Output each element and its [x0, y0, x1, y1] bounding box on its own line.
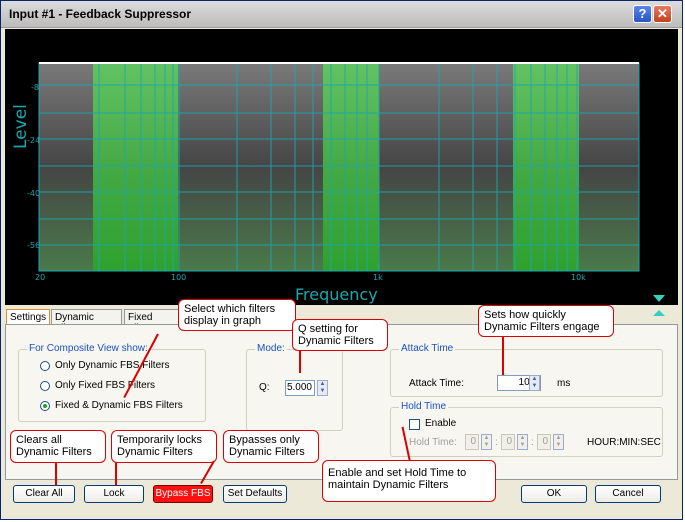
hold-time-group: Hold Time Enable Hold Time: 0 ▲ ▼ : 0 ▲ ▼ …: [390, 401, 663, 457]
callout-clears: Clears all Dynamic Filters: [10, 430, 106, 463]
title-bar: Input #1 - Feedback Suppressor ? ✕: [1, 1, 682, 28]
hold-hours-input[interactable]: 0: [465, 434, 479, 450]
hold-enable-checkbox[interactable]: [409, 419, 420, 430]
group-title: Mode:: [255, 343, 287, 354]
mode-group: Mode: Q: 5.000 ▲ ▼: [246, 343, 343, 431]
hold-hours-stepper[interactable]: ▲ ▼: [481, 434, 492, 450]
callout-pointer: [299, 349, 301, 373]
lock-button[interactable]: Lock: [84, 485, 144, 503]
ok-button[interactable]: OK: [521, 485, 587, 503]
callout-attack: Sets how quickly Dynamic Filters engage: [478, 305, 614, 337]
hold-seconds-stepper[interactable]: ▲ ▼: [553, 434, 564, 450]
x-axis-label: Frequency: [295, 285, 378, 304]
radio-only-dynamic[interactable]: [40, 361, 50, 371]
group-title: Attack Time: [399, 343, 456, 354]
close-icon[interactable]: ✕: [653, 5, 672, 23]
attack-label: Attack Time:: [409, 378, 465, 389]
callout-bypass: Bypasses only Dynamic Filters: [223, 430, 319, 463]
q-input[interactable]: 5.000: [285, 380, 315, 396]
frequency-graph: Level -8 -24 -40 -56 20 100 1k 10k Frequ…: [5, 29, 678, 305]
group-title: Hold Time: [399, 401, 449, 412]
radio-label: Only Fixed FBS Filters: [55, 380, 156, 391]
callout-pointer: [115, 463, 117, 485]
x-tick: 100: [171, 273, 187, 282]
x-tick: 10k: [571, 273, 586, 282]
radio-only-fixed[interactable]: [40, 381, 50, 391]
collapse-down-icon[interactable]: [653, 295, 665, 302]
radio-label: Only Dynamic FBS Filters: [55, 360, 170, 371]
hold-sep: :: [531, 437, 534, 448]
cancel-button[interactable]: Cancel: [595, 485, 661, 503]
hold-sep: :: [495, 437, 498, 448]
radio-label: Fixed & Dynamic FBS Filters: [55, 400, 183, 411]
filter-band-3: [513, 63, 579, 271]
callout-q-setting: Q setting for Dynamic Filters: [292, 319, 388, 351]
expand-up-icon[interactable]: [653, 310, 665, 316]
callout-hold: Enable and set Hold Time to maintain Dyn…: [322, 460, 496, 502]
y-tick: -40: [27, 189, 41, 198]
hold-minutes-input[interactable]: 0: [501, 434, 515, 450]
y-tick: -24: [27, 136, 41, 145]
set-defaults-button[interactable]: Set Defaults: [223, 485, 287, 503]
help-icon[interactable]: ?: [633, 5, 652, 23]
clear-all-button[interactable]: Clear All: [13, 485, 75, 503]
q-stepper[interactable]: ▲ ▼: [317, 380, 328, 396]
hold-minutes-stepper[interactable]: ▲ ▼: [517, 434, 528, 450]
x-tick: 1k: [373, 273, 383, 282]
hold-enable-label: Enable: [425, 418, 457, 429]
hold-time-label: Hold Time:: [409, 437, 457, 448]
hold-seconds-input[interactable]: 0: [537, 434, 551, 450]
graph-svg: [38, 62, 640, 272]
composite-view-group: For Composite View show: Only Dynamic FB…: [18, 343, 206, 422]
attack-unit: ms: [557, 378, 571, 389]
hold-format-label: HOUR:MIN:SEC: [587, 437, 661, 448]
callout-pointer: [55, 463, 57, 485]
callout-locks: Temporarily locks Dynamic Filters: [111, 430, 217, 463]
callout-pointer: [502, 335, 504, 375]
q-label: Q:: [259, 382, 270, 393]
attack-stepper[interactable]: ▲ ▼: [529, 375, 540, 391]
y-tick: -8: [31, 83, 39, 92]
dialog-window: Input #1 - Feedback Suppressor ? ✕ Level…: [0, 0, 683, 520]
callout-select-filters: Select which filters display in graph: [178, 299, 296, 331]
tab-fixed-filters[interactable]: Fixed Filters: [124, 309, 180, 334]
y-tick: -56: [27, 241, 41, 250]
tab-dynamic-filters[interactable]: Dynamic Filters: [51, 309, 122, 334]
radio-fixed-and-dynamic[interactable]: [40, 401, 50, 411]
window-title: Input #1 - Feedback Suppressor: [9, 7, 192, 21]
group-title: For Composite View show:: [27, 343, 150, 354]
x-tick: 20: [35, 273, 46, 282]
attack-time-group: Attack Time Attack Time: 10.0 ▲▼ ms: [390, 343, 663, 397]
bypass-fbs-button[interactable]: Bypass FBS: [153, 485, 213, 503]
